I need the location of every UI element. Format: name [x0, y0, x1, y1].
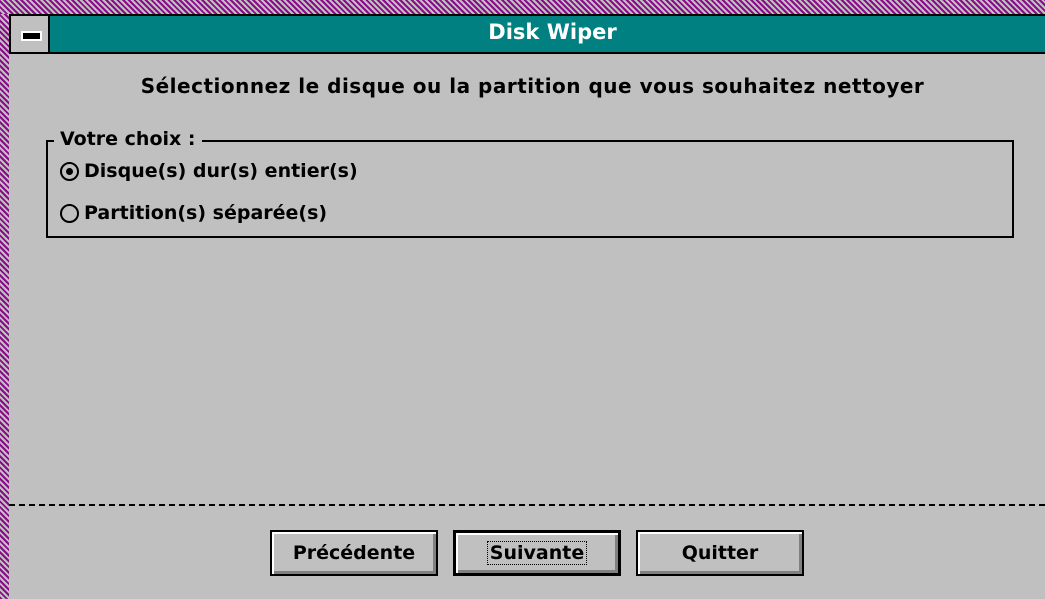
- radio-whole-disks[interactable]: Disque(s) dur(s) entier(s): [60, 158, 358, 184]
- radio-selected-icon[interactable]: [60, 161, 79, 181]
- window-frame-left[interactable]: [0, 14, 9, 599]
- choice-group-legend: Votre choix :: [54, 128, 202, 150]
- next-button-label: Suivante: [486, 541, 588, 565]
- radio-whole-disks-label: Disque(s) dur(s) entier(s): [84, 160, 358, 182]
- system-menu-icon: [21, 31, 42, 41]
- quit-button[interactable]: Quitter: [636, 530, 804, 576]
- radio-partitions[interactable]: Partition(s) séparée(s): [60, 200, 327, 226]
- next-button[interactable]: Suivante: [453, 530, 621, 576]
- previous-button-label: Précédente: [292, 542, 416, 564]
- radio-unselected-icon[interactable]: [60, 203, 79, 223]
- previous-button[interactable]: Précédente: [270, 530, 438, 576]
- window-frame-top[interactable]: [0, 0, 1045, 14]
- quit-button-label: Quitter: [681, 542, 759, 564]
- separator-line: [9, 504, 1045, 506]
- radio-partitions-label: Partition(s) séparée(s): [84, 202, 328, 224]
- window-title: Disk Wiper: [488, 20, 617, 44]
- instruction-heading: Sélectionnez le disque ou la partition q…: [140, 74, 925, 98]
- system-menu-button[interactable]: [9, 14, 50, 54]
